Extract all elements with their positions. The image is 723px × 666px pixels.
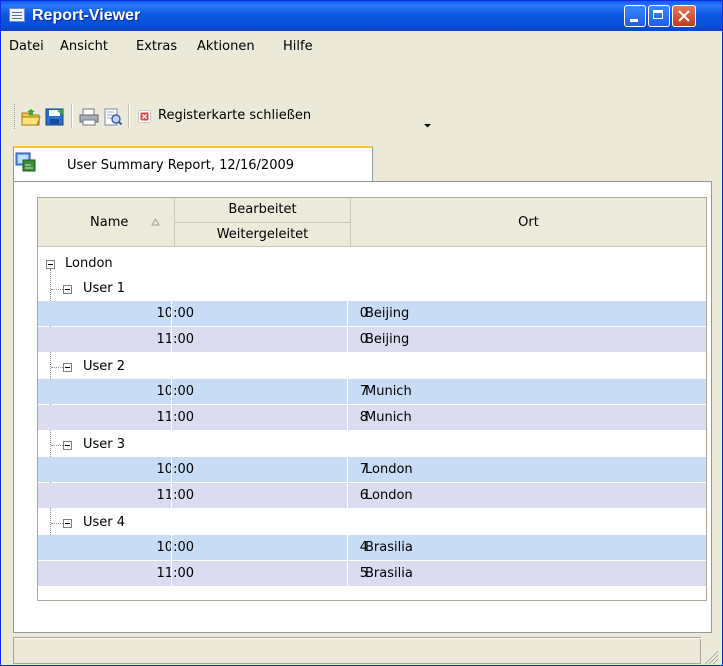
column-header-weitergeleitet[interactable]: Weitergeleitet bbox=[175, 223, 351, 247]
row-time: 10:00 bbox=[156, 540, 194, 555]
cell-divider bbox=[347, 405, 348, 430]
menu-ansicht[interactable]: Ansicht bbox=[60, 39, 108, 54]
column-header-ort[interactable]: Ort bbox=[351, 198, 706, 247]
maximize-button[interactable] bbox=[648, 5, 670, 27]
close-tab-button[interactable]: Registerkarte schließen bbox=[135, 105, 417, 129]
title-bar[interactable]: Report-Viewer bbox=[1, 1, 722, 31]
print-icon[interactable] bbox=[79, 108, 99, 126]
row-value: 4 bbox=[359, 540, 368, 555]
table-row[interactable]: 11:00 8 Munich bbox=[38, 405, 706, 430]
cell-divider bbox=[171, 561, 172, 586]
collapse-user-2-toggle[interactable] bbox=[63, 363, 72, 372]
collapse-london-toggle[interactable] bbox=[46, 260, 55, 269]
table-row[interactable]: 10:00 4 Brasilia bbox=[38, 535, 706, 560]
toolbar-separator bbox=[71, 104, 73, 128]
cell-divider bbox=[347, 561, 348, 586]
collapse-user-1-toggle[interactable] bbox=[63, 285, 72, 294]
app-icon bbox=[9, 8, 25, 22]
status-bar bbox=[13, 637, 702, 665]
row-ort: London bbox=[365, 488, 413, 503]
column-header-weitergeleitet-label: Weitergeleitet bbox=[216, 227, 309, 242]
report-viewer-window: Report-Viewer Datei Ansicht Extras Aktio… bbox=[0, 0, 723, 666]
menu-hilfe[interactable]: Hilfe bbox=[283, 39, 313, 54]
row-ort: Beijing bbox=[365, 306, 410, 321]
tree-line bbox=[51, 367, 63, 368]
minimize-button[interactable] bbox=[624, 5, 646, 27]
toolbar-overflow-icon[interactable] bbox=[423, 118, 432, 128]
column-header-name-label: Name bbox=[90, 215, 129, 230]
cell-divider bbox=[347, 535, 348, 560]
save-icon[interactable] bbox=[45, 108, 65, 126]
toolbar-separator bbox=[128, 104, 130, 128]
group-label-user-1: User 1 bbox=[83, 281, 126, 296]
sort-ascending-icon bbox=[151, 218, 160, 226]
group-label-user-3: User 3 bbox=[83, 437, 126, 452]
cell-divider bbox=[347, 483, 348, 508]
cell-divider bbox=[347, 457, 348, 482]
table-row[interactable]: 11:00 5 Brasilia bbox=[38, 561, 706, 586]
row-value: 6 bbox=[359, 488, 368, 503]
cell-divider bbox=[347, 327, 348, 352]
tree-line bbox=[51, 445, 63, 446]
row-value: 8 bbox=[359, 410, 368, 425]
close-tab-icon bbox=[138, 110, 151, 123]
row-value: 5 bbox=[359, 566, 368, 581]
window-title: Report-Viewer bbox=[32, 7, 141, 24]
row-ort: Beijing bbox=[365, 332, 410, 347]
toolbar-grip[interactable] bbox=[14, 104, 18, 129]
menu-datei[interactable]: Datei bbox=[9, 39, 44, 54]
cell-divider bbox=[171, 405, 172, 430]
close-tab-label: Registerkarte schließen bbox=[158, 108, 312, 123]
collapse-user-3-toggle[interactable] bbox=[63, 441, 72, 450]
table-row[interactable]: 10:00 0 Beijing bbox=[38, 301, 706, 326]
close-window-button[interactable] bbox=[672, 5, 696, 27]
cell-divider bbox=[347, 301, 348, 326]
row-time: 11:00 bbox=[156, 488, 194, 503]
row-value: 7 bbox=[359, 462, 368, 477]
cell-divider bbox=[171, 535, 172, 560]
cell-divider bbox=[171, 483, 172, 508]
column-header-ort-label: Ort bbox=[518, 215, 539, 230]
table-row[interactable]: 10:00 7 Munich bbox=[38, 379, 706, 404]
row-value: 7 bbox=[359, 384, 368, 399]
group-label-user-4: User 4 bbox=[83, 515, 126, 530]
row-time: 10:00 bbox=[156, 384, 194, 399]
cell-divider bbox=[171, 457, 172, 482]
row-time: 11:00 bbox=[156, 332, 194, 347]
row-ort: Munich bbox=[365, 384, 412, 399]
table-row[interactable]: 11:00 6 London bbox=[38, 483, 706, 508]
column-header-bearbeitet[interactable]: Bearbeitet bbox=[175, 198, 351, 223]
tree-line bbox=[51, 289, 63, 290]
row-time: 10:00 bbox=[156, 306, 194, 321]
cell-divider bbox=[171, 379, 172, 404]
table-row[interactable]: 10:00 7 London bbox=[38, 457, 706, 482]
cell-divider bbox=[171, 301, 172, 326]
row-value: 0 bbox=[359, 332, 368, 347]
row-ort: London bbox=[365, 462, 413, 477]
row-time: 10:00 bbox=[156, 462, 194, 477]
column-header-name[interactable]: Name bbox=[38, 198, 175, 247]
cell-divider bbox=[171, 327, 172, 352]
row-ort: Munich bbox=[365, 410, 412, 425]
row-ort: Brasilia bbox=[365, 566, 413, 581]
print-preview-icon[interactable] bbox=[103, 108, 123, 126]
status-panel bbox=[14, 638, 702, 665]
open-folder-icon[interactable] bbox=[21, 108, 41, 126]
column-header-bearbeitet-label: Bearbeitet bbox=[228, 202, 297, 217]
row-time: 11:00 bbox=[156, 410, 194, 425]
menu-aktionen[interactable]: Aktionen bbox=[197, 39, 255, 54]
group-label-london: London bbox=[65, 256, 113, 271]
resize-grip-icon[interactable] bbox=[701, 647, 719, 665]
row-value: 0 bbox=[359, 306, 368, 321]
tree-line bbox=[51, 523, 63, 524]
menu-extras[interactable]: Extras bbox=[136, 39, 177, 54]
cell-divider bbox=[347, 379, 348, 404]
row-time: 11:00 bbox=[156, 566, 194, 581]
report-icon bbox=[15, 152, 36, 172]
group-label-user-2: User 2 bbox=[83, 359, 126, 374]
table-row[interactable]: 11:00 0 Beijing bbox=[38, 327, 706, 352]
row-ort: Brasilia bbox=[365, 540, 413, 555]
tab-label: User Summary Report, 12/16/2009 bbox=[67, 158, 295, 173]
collapse-user-4-toggle[interactable] bbox=[63, 519, 72, 528]
